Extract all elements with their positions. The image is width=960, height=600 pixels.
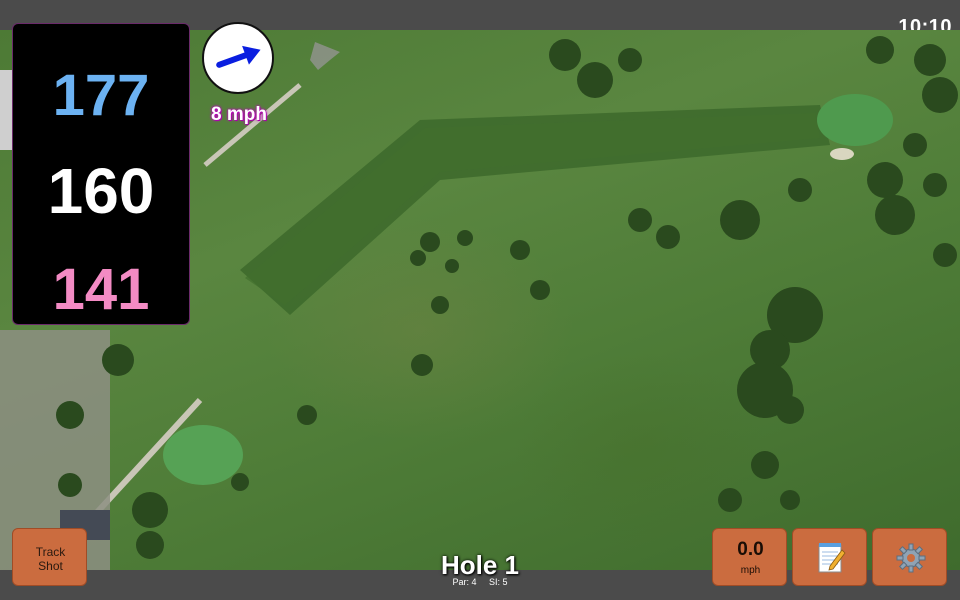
back-yardage: 177 xyxy=(52,63,150,128)
yardage-panel: 177 160 141 xyxy=(12,23,190,325)
notepad-icon xyxy=(818,543,846,573)
speed-button[interactable]: 0.0 mph xyxy=(712,528,787,586)
track-shot-button[interactable]: Track Shot xyxy=(12,528,87,586)
wind-speed: 8 mph xyxy=(211,104,267,125)
arrow-icon xyxy=(216,45,261,68)
hole-stroke-index: SI: 5 xyxy=(489,577,508,587)
track-shot-label: Track Shot xyxy=(35,545,66,573)
hole-par: Par: 4 xyxy=(452,577,477,587)
wind-indicator xyxy=(202,22,274,94)
front-yardage: 141 xyxy=(52,257,150,322)
gear-icon xyxy=(896,543,925,573)
settings-button[interactable] xyxy=(872,528,947,586)
hole-info: Par: 4 SI: 5 xyxy=(380,577,580,587)
speed-value: 0.0 xyxy=(737,539,764,560)
middle-yardage: 160 xyxy=(47,155,155,227)
notes-button[interactable] xyxy=(792,528,867,586)
speed-unit: mph xyxy=(740,565,761,576)
